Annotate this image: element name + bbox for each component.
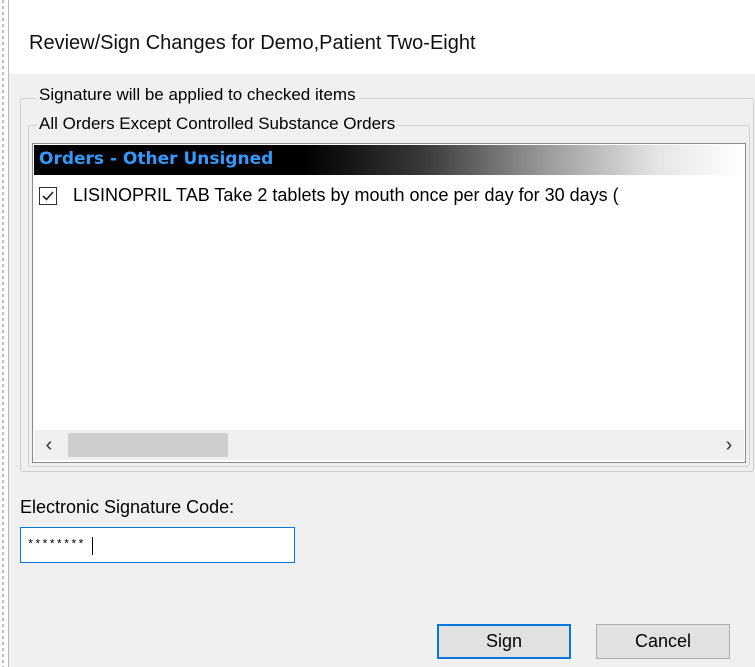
order-list-item[interactable]: LISINOPRIL TAB Take 2 tablets by mouth o… — [39, 185, 739, 211]
list-category-header-label: Orders - Other Unsigned — [39, 149, 274, 169]
cancel-button[interactable]: Cancel — [596, 624, 730, 659]
checkmark-icon — [42, 191, 54, 201]
signature-group-label: Signature will be applied to checked ite… — [36, 85, 359, 105]
scrollbar-thumb[interactable] — [68, 433, 228, 457]
list-category-header: Orders - Other Unsigned — [34, 145, 744, 175]
dialog-title: Review/Sign Changes for Demo,Patient Two… — [29, 32, 476, 54]
order-text: LISINOPRIL TAB Take 2 tablets by mouth o… — [73, 185, 619, 205]
scroll-right-arrow-icon[interactable]: › — [714, 430, 744, 460]
horizontal-scrollbar[interactable]: ‹ › — [34, 430, 744, 460]
review-sign-dialog: Review/Sign Changes for Demo,Patient Two… — [0, 0, 755, 667]
text-caret — [92, 537, 93, 555]
scroll-left-arrow-icon[interactable]: ‹ — [34, 430, 64, 460]
order-checkbox[interactable] — [39, 187, 57, 205]
sign-button[interactable]: Sign — [437, 624, 571, 659]
title-bar: Review/Sign Changes for Demo,Patient Two… — [9, 0, 755, 74]
esig-code-input[interactable] — [20, 527, 295, 563]
orders-listbox[interactable]: Orders - Other Unsigned LISINOPRIL TAB T… — [32, 143, 746, 463]
left-window-edge — [0, 0, 9, 667]
esig-label: Electronic Signature Code: — [20, 497, 235, 517]
orders-group-label: All Orders Except Controlled Substance O… — [36, 114, 399, 134]
